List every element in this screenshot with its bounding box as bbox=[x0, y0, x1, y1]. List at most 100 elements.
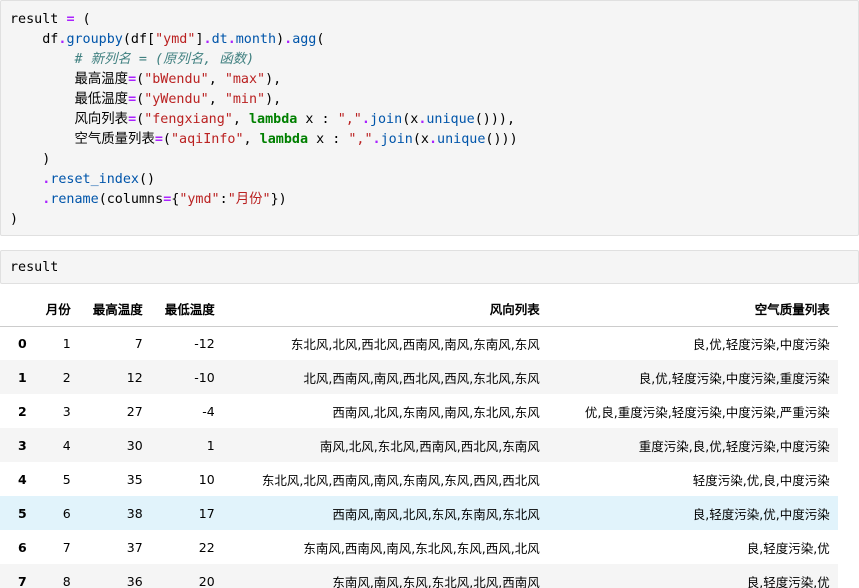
code-token: lambda bbox=[259, 132, 309, 147]
code-token: groupby bbox=[66, 32, 123, 47]
code-token: "min" bbox=[224, 92, 266, 107]
code-token: "ymd" bbox=[179, 192, 220, 207]
code-token: 风向列表 bbox=[10, 112, 129, 127]
code-token: 最高温度 bbox=[10, 72, 129, 87]
table-cell-wind: 东北风,北风,西南风,南风,东南风,东风,西风,西北风 bbox=[261, 472, 540, 488]
code-token: . bbox=[428, 132, 438, 147]
table-row: 1 2 12 -10 北风,西南风,南风,西北风,西风,东北风,东风 良,优,轻度污染,中… bbox=[0, 360, 838, 394]
code-token: 最低温度 bbox=[10, 92, 129, 107]
code-token: = bbox=[128, 92, 137, 107]
column-header-aqi-list: 空气质量列表 bbox=[547, 292, 838, 327]
input-cell-code[interactable]: result bbox=[1, 251, 858, 278]
code-token: ( bbox=[162, 132, 171, 147]
table-cell-max: 27 bbox=[126, 403, 143, 419]
table-cell-aqi: 良,优,轻度污染,中度污染,重度污染 bbox=[638, 370, 830, 386]
code-token: # 新列名 = (原列名, 函数) bbox=[74, 52, 255, 67]
code-token: (x bbox=[402, 112, 419, 127]
code-token: x : bbox=[308, 132, 349, 147]
table-cell-month: 7 bbox=[62, 539, 71, 555]
table-cell-min: 1 bbox=[206, 437, 215, 453]
code-token: ) bbox=[276, 32, 285, 47]
code-line: 风向列表=("fengxiang", lambda x : ",".join(x… bbox=[10, 110, 858, 130]
table-cell-wind: 南风,北风,东北风,西南风,西北风,东南风 bbox=[319, 438, 540, 454]
code-cell[interactable]: result = ( df.groupby(df["ymd"].dt.month… bbox=[0, 0, 859, 236]
dataframe-output: 月份 最高温度 最低温度 风向列表 空气质量列表 0 1 7 -12 东北风,北风,西北… bbox=[0, 292, 859, 588]
column-header-min-temp: 最低温度 bbox=[150, 292, 223, 327]
row-index: 7 bbox=[18, 573, 27, 588]
code-token: . bbox=[372, 132, 381, 147]
code-token: reset_index bbox=[50, 172, 139, 187]
column-header-month: 月份 bbox=[34, 292, 79, 327]
code-line: .reset_index() bbox=[10, 170, 858, 190]
code-token: result bbox=[10, 12, 67, 27]
code-token: ( bbox=[136, 112, 145, 127]
code-token: (df[ bbox=[122, 32, 156, 47]
dataframe-table: 月份 最高温度 最低温度 风向列表 空气质量列表 0 1 7 -12 东北风,北风,西北… bbox=[0, 292, 838, 588]
code-token: ( bbox=[136, 92, 145, 107]
code-token: ( bbox=[74, 12, 91, 27]
code-token: "月份" bbox=[227, 192, 271, 207]
code-token: x : bbox=[297, 112, 338, 127]
row-index: 0 bbox=[18, 335, 27, 351]
table-cell-min: -10 bbox=[194, 369, 215, 385]
code-token: "yWendu" bbox=[144, 92, 209, 107]
row-index: 5 bbox=[18, 505, 27, 521]
table-row: 3 4 30 1 南风,北风,东北风,西南风,西北风,东南风 重度污染,良,优,轻度污染,… bbox=[0, 428, 838, 462]
table-cell-min: 17 bbox=[198, 505, 215, 521]
code-token: . bbox=[203, 32, 212, 47]
code-token: lambda bbox=[249, 112, 298, 127]
input-cell[interactable]: result bbox=[0, 250, 859, 284]
code-token: ), bbox=[265, 72, 282, 87]
code-token: rename bbox=[50, 192, 99, 207]
table-cell-max: 35 bbox=[126, 471, 143, 487]
code-token: ())) bbox=[485, 132, 518, 147]
code-token: "fengxiang" bbox=[144, 112, 233, 127]
code-token: (x bbox=[412, 132, 429, 147]
code-token: join bbox=[369, 112, 403, 127]
code-token: , bbox=[208, 72, 225, 87]
code-token: = bbox=[128, 72, 137, 87]
code-editor[interactable]: result = ( df.groupby(df["ymd"].dt.month… bbox=[1, 1, 858, 230]
code-token: : bbox=[219, 192, 228, 207]
index-header bbox=[0, 292, 35, 327]
table-cell-max: 37 bbox=[126, 539, 143, 555]
code-token: agg bbox=[292, 32, 317, 47]
table-cell-aqi: 良,轻度污染,优 bbox=[746, 540, 830, 556]
table-cell-aqi: 轻度污染,优,良,中度污染 bbox=[692, 472, 830, 488]
table-row: 7 8 36 20 东南风,南风,东风,东北风,北风,西南风 良,轻度污染,优 bbox=[0, 564, 838, 588]
table-cell-wind: 东南风,南风,东风,东北风,北风,西南风 bbox=[332, 574, 540, 588]
code-line: 最高温度=("bWendu", "max"), bbox=[10, 70, 858, 90]
table-cell-aqi: 良,优,轻度污染,中度污染 bbox=[692, 336, 830, 352]
table-row: 2 3 27 -4 西南风,北风,东南风,南风,东北风,东风 优,良,重度污染,轻度污染,… bbox=[0, 394, 838, 428]
dataframe-header-row: 月份 最高温度 最低温度 风向列表 空气质量列表 bbox=[0, 292, 838, 327]
table-cell-min: 22 bbox=[198, 539, 215, 555]
table-cell-max: 30 bbox=[126, 437, 143, 453]
table-cell-month: 5 bbox=[62, 471, 71, 487]
code-line: # 新列名 = (原列名, 函数) bbox=[10, 50, 858, 70]
table-cell-aqi: 优,良,重度污染,轻度污染,中度污染,严重污染 bbox=[584, 404, 830, 420]
column-header-wind-list: 风向列表 bbox=[222, 292, 548, 327]
code-token: ())), bbox=[474, 112, 516, 127]
code-token: . bbox=[284, 32, 293, 47]
row-index: 1 bbox=[18, 369, 27, 385]
table-cell-month: 6 bbox=[62, 505, 71, 521]
table-cell-wind: 西南风,北风,东南风,南风,东北风,东风 bbox=[332, 404, 540, 420]
table-cell-month: 4 bbox=[62, 437, 71, 453]
table-cell-aqi: 重度污染,良,优,轻度污染,中度污染 bbox=[638, 438, 830, 454]
table-cell-aqi: 良,轻度污染,优 bbox=[746, 574, 830, 588]
code-token: () bbox=[139, 172, 156, 187]
code-token: "," bbox=[348, 132, 373, 147]
table-cell-wind: 东北风,北风,西北风,西南风,南风,东南风,东风 bbox=[290, 336, 540, 352]
table-cell-max: 38 bbox=[126, 505, 143, 521]
code-token: ), bbox=[265, 92, 282, 107]
table-row: 6 7 37 22 东南风,西南风,南风,东北风,东风,西风,北风 良,轻度污染,优 bbox=[0, 530, 838, 564]
table-row: 5 6 38 17 西南风,南风,北风,东风,东南风,东北风 良,轻度污染,优,中度污染 bbox=[0, 496, 838, 530]
code-token: ( bbox=[316, 32, 325, 47]
row-index: 6 bbox=[18, 539, 27, 555]
code-token: dt bbox=[211, 32, 228, 47]
table-cell-max: 36 bbox=[126, 573, 143, 588]
column-header-max-temp: 最高温度 bbox=[78, 292, 151, 327]
code-token: = bbox=[154, 132, 163, 147]
code-token: unique bbox=[437, 132, 486, 147]
